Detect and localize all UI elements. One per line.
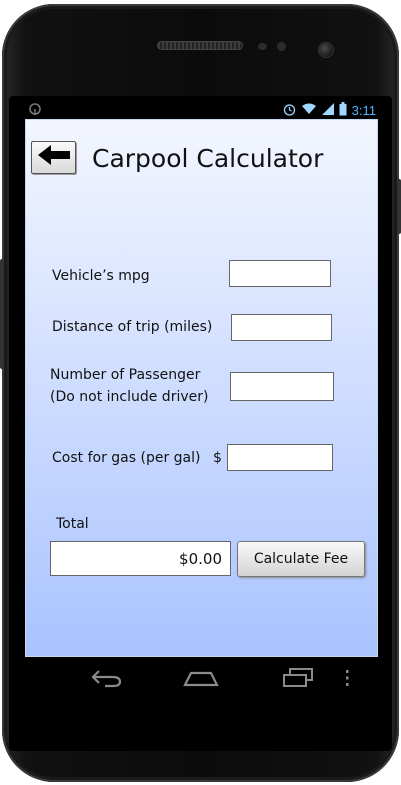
distance-label: Distance of trip (miles)	[52, 319, 213, 335]
wifi-icon	[301, 103, 317, 117]
total-label: Total	[56, 516, 89, 532]
passengers-label: Number of Passenger (Do not include driv…	[50, 364, 208, 408]
light-sensor	[277, 42, 286, 51]
passengers-label-line1: Number of Passenger	[50, 367, 201, 383]
proximity-sensor	[258, 43, 267, 50]
mpg-label: Vehicle’s mpg	[52, 268, 150, 284]
app-screen: Carpool Calculator Vehicle’s mpg Distanc…	[25, 119, 378, 657]
gas-cost-input[interactable]	[227, 444, 333, 471]
back-button[interactable]	[31, 141, 76, 174]
battery-icon	[339, 102, 347, 118]
gas-cost-label: Cost for gas (per gal)	[52, 450, 201, 466]
arrow-left-icon	[36, 143, 72, 172]
mpg-input[interactable]	[229, 260, 331, 287]
clock-time: 3:11	[351, 102, 376, 118]
front-camera	[318, 42, 334, 58]
back-nav-button[interactable]	[84, 665, 128, 695]
passengers-label-line2: (Do not include driver)	[50, 389, 209, 405]
calculate-fee-button[interactable]: Calculate Fee	[237, 541, 365, 577]
passengers-input[interactable]	[230, 372, 334, 401]
signal-icon	[321, 103, 334, 117]
status-bar: 3:11	[24, 101, 378, 119]
gas-currency-label: $	[213, 450, 222, 466]
home-nav-icon	[183, 668, 219, 693]
distance-input[interactable]	[231, 314, 332, 341]
total-output: $0.00	[50, 541, 231, 576]
earpiece-speaker	[157, 41, 243, 50]
navigation-bar	[24, 657, 378, 705]
volume-button[interactable]	[0, 259, 4, 369]
page-title: Carpool Calculator	[92, 144, 324, 173]
menu-button[interactable]	[330, 665, 364, 695]
power-button[interactable]	[397, 179, 401, 234]
notification-icon	[28, 102, 42, 118]
recent-apps-button[interactable]	[276, 665, 320, 695]
alarm-icon	[283, 103, 296, 118]
home-nav-button[interactable]	[179, 665, 223, 695]
menu-icon	[344, 669, 350, 692]
recent-apps-icon	[281, 667, 315, 694]
back-nav-icon	[89, 668, 123, 693]
